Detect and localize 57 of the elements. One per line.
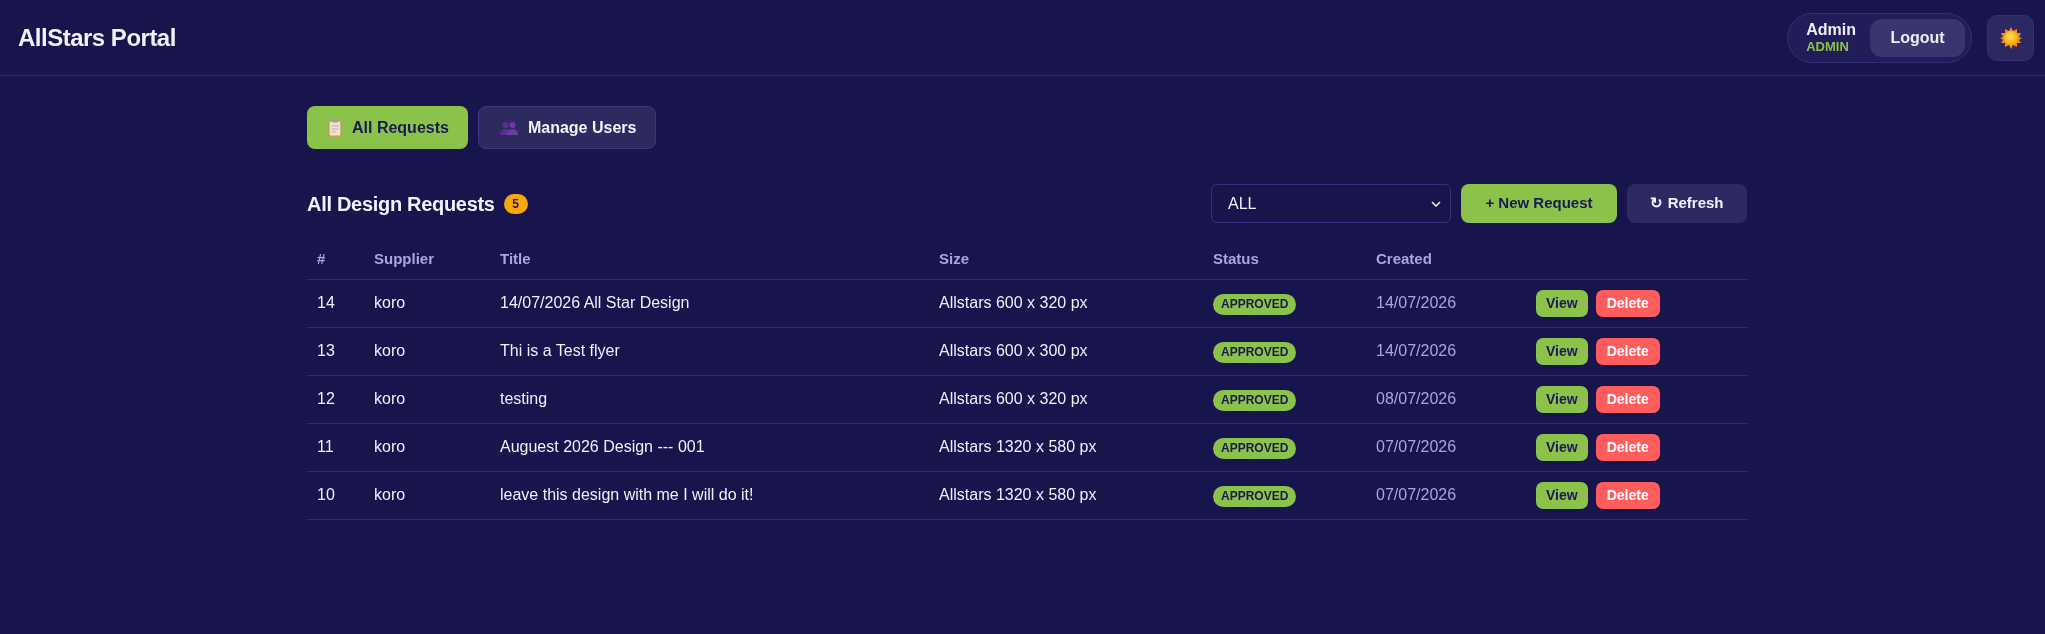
column-header: Status [1213, 249, 1259, 267]
logout-button[interactable]: Logout [1870, 18, 1965, 57]
column-header: Title [500, 249, 531, 267]
chevron-down-icon [1431, 200, 1441, 207]
table-cell: 07/07/2026 [1376, 486, 1457, 503]
table-cell: koro [374, 294, 406, 311]
table-cell: Allstars 600 x 300 px [939, 342, 1088, 359]
column-header: # [317, 249, 326, 267]
view-button[interactable]: View [1536, 337, 1588, 365]
table-cell: 10 [317, 486, 335, 503]
table-cell: koro [374, 342, 406, 359]
table-cell: Allstars 1320 x 580 px [939, 486, 1097, 503]
new-request-button[interactable]: + New Request [1461, 184, 1617, 223]
table-cell: Allstars 600 x 320 px [939, 294, 1088, 311]
table-cell: 07/07/2026 [1376, 438, 1457, 455]
status-badge: APPROVED [1213, 485, 1297, 507]
table-cell: koro [374, 390, 406, 407]
theme-toggle-button[interactable] [1987, 14, 2034, 61]
refresh-button[interactable]: ↻ Refresh [1627, 184, 1747, 223]
table-cell: 11 [317, 438, 334, 455]
table-cell: 12 [317, 390, 335, 407]
table-cell: Allstars 600 x 320 px [939, 390, 1088, 407]
clipboard-icon [328, 118, 342, 137]
table-cell: Auguest 2026 Design --- 001 [500, 438, 705, 455]
section-title: All Design Requests [307, 191, 495, 217]
table-cell: 08/07/2026 [1376, 390, 1457, 407]
user-role: ADMIN [1806, 40, 1850, 53]
table-cell: koro [374, 486, 406, 503]
users-icon [499, 120, 518, 135]
table-cell: leave this design with me I will do it! [500, 486, 754, 503]
status-filter-select[interactable]: ALL [1211, 184, 1451, 223]
view-button[interactable]: View [1536, 433, 1588, 461]
nav-tab[interactable]: All Requests [307, 106, 468, 149]
view-button[interactable]: View [1536, 289, 1588, 317]
column-header: Size [939, 249, 969, 267]
status-badge: APPROVED [1213, 293, 1297, 315]
view-button[interactable]: View [1536, 481, 1588, 509]
app-title: AllStars Portal [18, 22, 176, 53]
table-cell: 14/07/2026 [1376, 294, 1457, 311]
column-header: Supplier [374, 249, 434, 267]
table-cell: Thi is a Test flyer [500, 342, 620, 359]
count-badge: 5 [503, 193, 528, 214]
table-cell: Allstars 1320 x 580 px [939, 438, 1097, 455]
table-cell: 14 [317, 294, 335, 311]
column-header: Created [1376, 249, 1432, 267]
status-badge: APPROVED [1213, 389, 1297, 411]
sun-icon [1999, 26, 2022, 49]
table-cell: 13 [317, 342, 335, 359]
status-badge: APPROVED [1213, 341, 1297, 363]
nav-tab[interactable]: Manage Users [477, 106, 657, 149]
table-cell: koro [374, 438, 406, 455]
status-badge: APPROVED [1213, 437, 1297, 459]
table-cell: 14/07/2026 [1376, 342, 1457, 359]
table-cell: testing [500, 390, 548, 407]
user-name: Admin [1806, 22, 1856, 38]
view-button[interactable]: View [1536, 385, 1588, 413]
table-cell: 14/07/2026 All Star Design [500, 294, 690, 311]
